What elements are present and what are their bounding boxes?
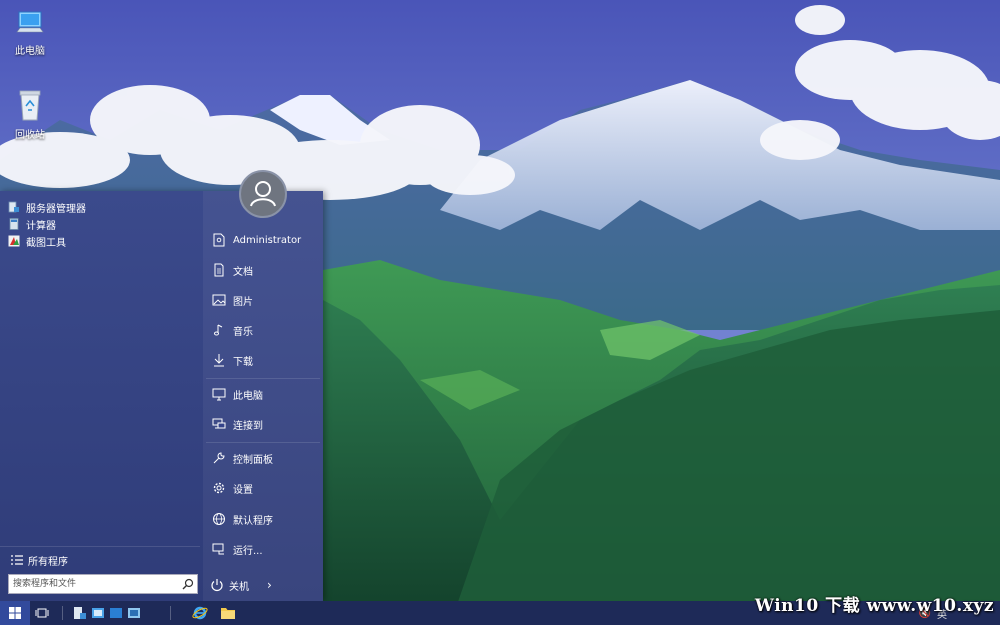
computer-icon xyxy=(212,388,226,401)
music-icon xyxy=(214,324,223,336)
taskbar-app-4[interactable] xyxy=(126,601,142,625)
list-icon xyxy=(11,555,23,565)
powershell-icon xyxy=(110,608,122,618)
computer-icon xyxy=(16,11,44,33)
all-programs-label: 所有程序 xyxy=(28,556,68,568)
start-item-label: 计算器 xyxy=(26,220,56,232)
server-manager-icon xyxy=(8,201,19,213)
globe-icon xyxy=(213,513,225,525)
start-item-pictures[interactable]: 图片 xyxy=(206,286,321,314)
start-item-label: 控制面板 xyxy=(233,454,273,466)
taskbar-app-3[interactable] xyxy=(108,601,124,625)
wrench-icon xyxy=(213,452,225,464)
picture-icon xyxy=(212,294,226,306)
user-icon xyxy=(250,181,276,207)
windows-logo-icon xyxy=(9,607,21,619)
start-user-label: Administrator xyxy=(233,234,302,246)
user-folder-icon xyxy=(213,233,225,247)
start-item-label: 下载 xyxy=(233,356,253,368)
desktop-icon-this-pc[interactable]: 此电脑 xyxy=(0,8,60,57)
desktop-icon-label: 此电脑 xyxy=(15,46,45,57)
start-search-box[interactable] xyxy=(8,574,198,594)
user-avatar[interactable] xyxy=(239,170,287,218)
start-item-documents[interactable]: 文档 xyxy=(206,256,321,284)
taskbar-internet-explorer[interactable] xyxy=(190,601,210,625)
start-item-control-panel[interactable]: 控制面板 xyxy=(206,444,321,472)
download-icon xyxy=(214,354,224,367)
remote-desktop-icon xyxy=(128,608,140,618)
server-manager-icon xyxy=(74,607,86,619)
task-view-icon xyxy=(35,608,49,618)
start-menu-separator xyxy=(206,442,320,443)
recycle-bin-icon xyxy=(19,90,41,121)
folder-icon xyxy=(221,608,235,619)
start-item-label: 服务器管理器 xyxy=(26,203,86,215)
chevron-right-icon[interactable]: › xyxy=(267,578,272,592)
search-icon[interactable] xyxy=(181,577,195,591)
start-item-downloads[interactable]: 下载 xyxy=(206,346,321,374)
start-item-snipping-tool[interactable]: 截图工具 xyxy=(8,233,66,249)
taskbar-separator xyxy=(170,606,171,620)
start-user-name[interactable]: Administrator xyxy=(206,226,321,254)
start-item-label: 截图工具 xyxy=(26,237,66,249)
snipping-tool-icon xyxy=(8,235,20,247)
start-button[interactable] xyxy=(0,601,30,625)
start-item-label: 此电脑 xyxy=(233,390,263,402)
power-icon xyxy=(211,579,223,592)
start-item-default-programs[interactable]: 默认程序 xyxy=(206,505,321,533)
start-menu-separator xyxy=(0,546,200,547)
start-menu-separator xyxy=(206,378,320,379)
start-item-calculator[interactable]: 计算器 xyxy=(8,216,56,232)
calculator-icon xyxy=(9,218,19,230)
shutdown-label: 关机 xyxy=(229,581,249,593)
start-item-label: 运行... xyxy=(233,545,263,557)
shutdown-button[interactable]: 关机 › xyxy=(210,576,272,594)
start-item-settings[interactable]: 设置 xyxy=(206,474,321,502)
all-programs-button[interactable]: 所有程序 xyxy=(10,551,68,569)
start-item-label: 设置 xyxy=(233,484,253,496)
run-icon xyxy=(212,543,224,555)
task-view-button[interactable] xyxy=(30,601,54,625)
connect-icon xyxy=(212,418,226,429)
start-item-this-pc[interactable]: 此电脑 xyxy=(206,380,321,408)
start-item-label: 连接到 xyxy=(233,420,263,432)
taskbar-file-explorer[interactable] xyxy=(218,601,238,625)
search-input[interactable] xyxy=(9,575,179,593)
start-item-run[interactable]: 运行... xyxy=(206,535,321,563)
console-icon xyxy=(92,608,104,618)
start-item-music[interactable]: 音乐 xyxy=(206,316,321,344)
start-item-label: 文档 xyxy=(233,266,253,278)
watermark: Win10 下载 www.w10.xyz xyxy=(754,596,994,616)
gear-icon xyxy=(213,482,225,494)
document-icon xyxy=(214,263,224,277)
taskbar-app-2[interactable] xyxy=(90,601,106,625)
taskbar-separator xyxy=(62,606,63,620)
internet-explorer-icon xyxy=(192,606,208,620)
start-item-label: 音乐 xyxy=(233,326,253,338)
start-item-connect-to[interactable]: 连接到 xyxy=(206,410,321,438)
desktop-icon-label: 回收站 xyxy=(15,130,45,141)
start-item-server-manager[interactable]: 服务器管理器 xyxy=(8,199,86,215)
desktop-icon-recycle-bin[interactable]: 回收站 xyxy=(0,88,60,141)
start-item-label: 图片 xyxy=(233,296,253,308)
taskbar-server-manager[interactable] xyxy=(72,601,88,625)
start-item-label: 默认程序 xyxy=(233,515,273,527)
